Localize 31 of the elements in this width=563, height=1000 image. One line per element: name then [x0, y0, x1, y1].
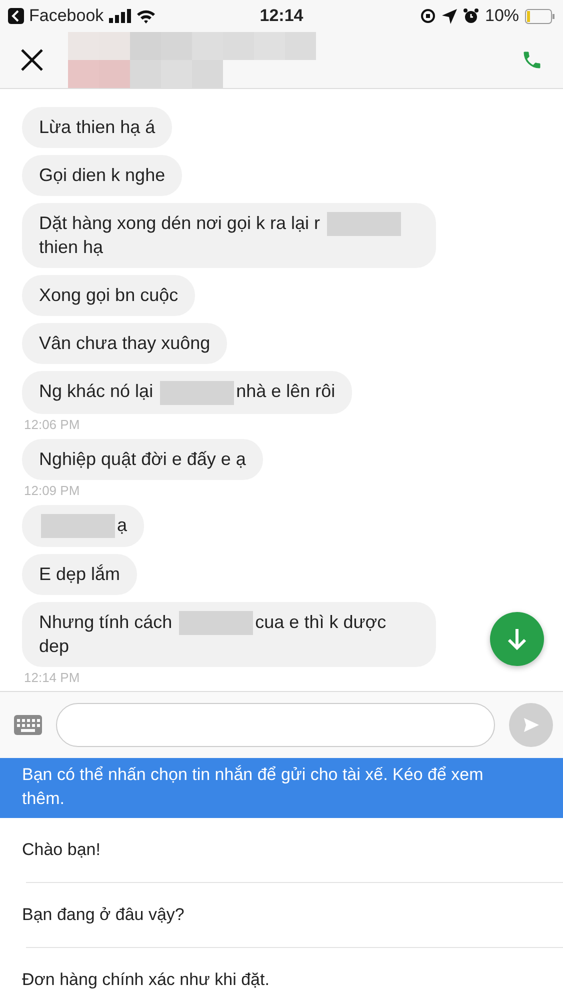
close-icon[interactable] [20, 48, 44, 72]
message-bubble: Vân chưa thay xuông [22, 323, 228, 364]
scroll-down-button[interactable] [490, 612, 544, 666]
wifi-icon [136, 8, 156, 24]
status-time: 12:14 [260, 6, 304, 26]
message-bubble: Dặt hàng xong dén nơi gọi k ra lại r thien hạ [22, 203, 436, 268]
battery-percent: 10% [484, 6, 520, 26]
message-timestamp: 12:09 PM [24, 482, 81, 498]
signal-icon [108, 9, 131, 23]
message-bubble: Xong gọi bn cuộc [22, 275, 196, 316]
hint-banner: Bạn có thể nhấn chọn tin nhắn để gửi cho tài xế. Kéo để xem thêm. [0, 758, 563, 818]
back-icon[interactable] [8, 8, 24, 24]
alarm-icon [462, 8, 479, 24]
send-icon [521, 715, 541, 735]
rotation-lock-icon [420, 8, 436, 24]
battery-icon [525, 8, 556, 24]
message-bubble: Nghiệp quật đời e đấy e ạ [22, 438, 263, 480]
message-bubble: E dẹp lắm [22, 554, 138, 595]
location-icon [442, 8, 457, 24]
keyboard-icon[interactable] [14, 715, 42, 735]
message-bubble: Ng khác nó lại nhà e lên rôi [22, 371, 352, 414]
arrow-down-icon [506, 627, 528, 651]
message-input[interactable] [56, 703, 495, 747]
phone-icon[interactable] [521, 49, 543, 71]
message-bubble: Nhưng tính cách cua e thì k dược dep [22, 602, 436, 667]
message-bubble: ạ [22, 504, 144, 547]
message-timestamp: 12:06 PM [24, 416, 81, 432]
message-bubble: Gọi dien k nghe [22, 155, 182, 196]
message-timestamp: 12:14 PM [24, 670, 81, 685]
back-app-label[interactable]: Facebook [29, 6, 104, 26]
message-bubble: Lừa thien hạ á [22, 107, 172, 148]
